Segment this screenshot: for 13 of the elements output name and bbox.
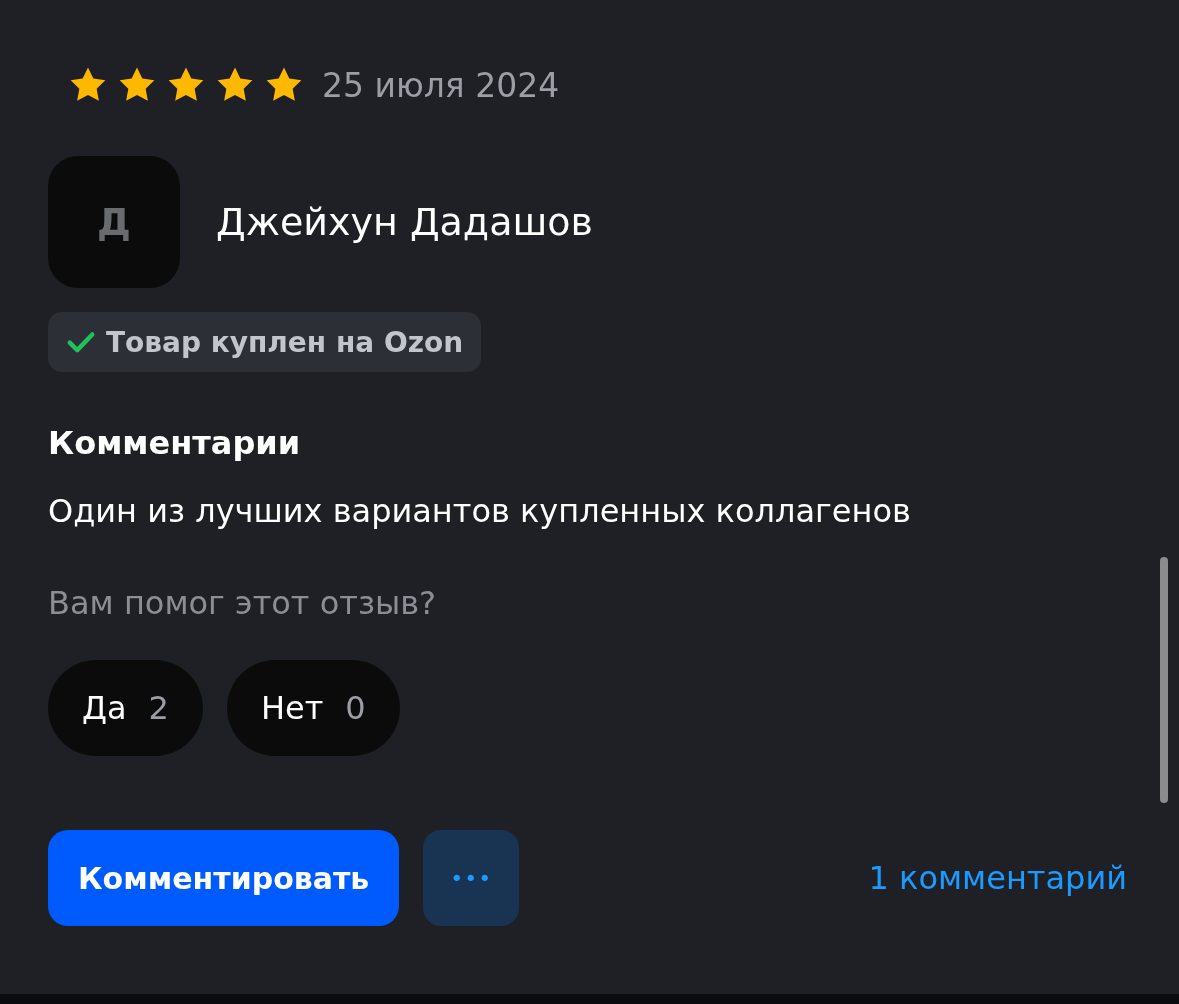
vote-button[interactable]: Нет 0 (226, 660, 400, 756)
author-name: Джейхун Дадашов (216, 200, 593, 244)
scrollbar[interactable] (1160, 557, 1168, 803)
badge-text: Товар куплен на Ozon (106, 325, 464, 359)
helpful-question: Вам помог этот отзыв? (48, 584, 437, 622)
review-text: Один из лучших вариантов купленных коллагенов (48, 492, 912, 530)
vote-button[interactable]: Да 2 (48, 660, 203, 756)
more-button[interactable]: ••• (423, 830, 520, 926)
comments-link[interactable]: 1 комментарий (868, 859, 1127, 897)
review-date: 25 июля 2024 (322, 65, 560, 105)
avatar: Д (48, 156, 180, 288)
comment-button[interactable]: Комментировать (48, 830, 400, 926)
section-title: Комментарии (48, 424, 302, 462)
